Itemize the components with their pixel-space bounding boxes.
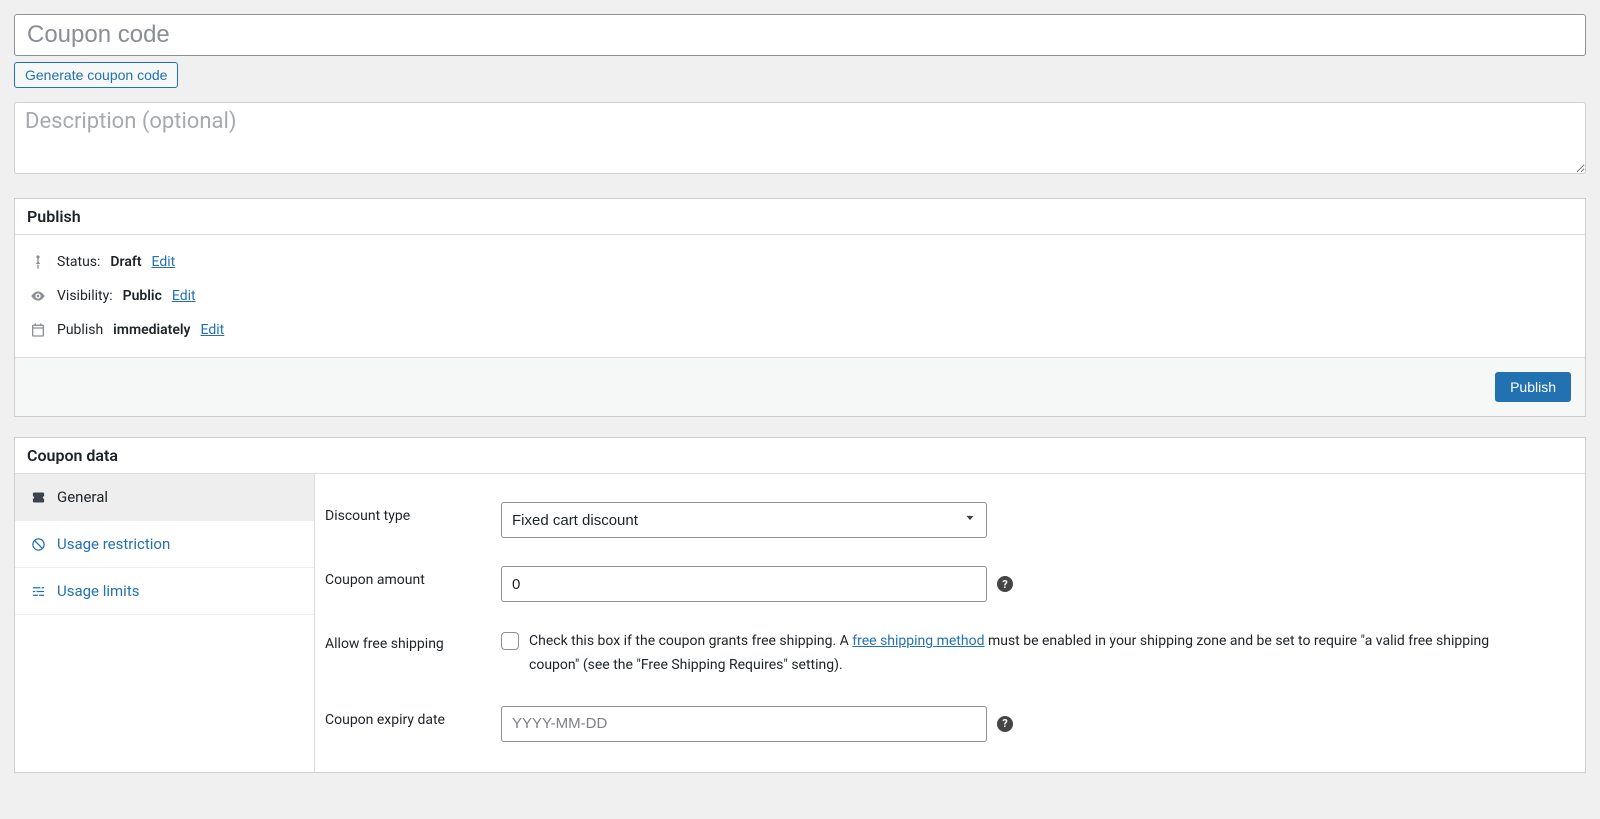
publish-date-value: immediately <box>113 322 190 338</box>
tab-usage-limits[interactable]: Usage limits <box>15 568 314 615</box>
allow-free-shipping-checkbox[interactable] <box>501 632 519 650</box>
publish-button[interactable]: Publish <box>1495 372 1571 402</box>
coupon-amount-input[interactable] <box>501 566 987 602</box>
discount-type-label: Discount type <box>325 502 501 524</box>
coupon-amount-label: Coupon amount <box>325 566 501 588</box>
publish-box: Publish Status: Draft Edit <box>14 198 1586 417</box>
pin-icon <box>29 254 47 270</box>
help-icon[interactable]: ? <box>997 716 1013 732</box>
visibility-label: Visibility: <box>57 288 113 304</box>
coupon-data-box: Coupon data General <box>14 437 1586 773</box>
publish-box-title: Publish <box>27 207 1553 226</box>
allow-free-shipping-description: Check this box if the coupon grants free… <box>529 630 1509 678</box>
coupon-code-input[interactable] <box>14 14 1586 56</box>
coupon-description-textarea[interactable] <box>14 102 1586 174</box>
ticket-icon <box>29 490 47 505</box>
visibility-value: Public <box>123 288 162 304</box>
discount-type-select[interactable]: Fixed cart discount <box>501 502 987 538</box>
publish-date-label: Publish <box>57 322 103 338</box>
help-icon[interactable]: ? <box>997 576 1013 592</box>
coupon-expiry-input[interactable] <box>501 706 987 742</box>
status-value: Draft <box>110 254 141 270</box>
publish-date-edit-link[interactable]: Edit <box>201 322 225 338</box>
tab-general[interactable]: General <box>15 474 314 521</box>
free-shipping-method-link[interactable]: free shipping method <box>852 633 984 649</box>
coupon-tabs-sidebar: General Usage restriction Usage limits <box>15 474 315 772</box>
status-edit-link[interactable]: Edit <box>152 254 176 270</box>
tab-general-label: General <box>57 488 108 506</box>
coupon-data-title: Coupon data <box>27 446 1553 465</box>
coupon-expiry-label: Coupon expiry date <box>325 706 501 728</box>
no-entry-icon <box>29 537 47 552</box>
sliders-icon <box>29 584 47 599</box>
allow-free-shipping-label: Allow free shipping <box>325 630 501 652</box>
tab-usage-restriction-label: Usage restriction <box>57 535 170 553</box>
generate-coupon-code-button[interactable]: Generate coupon code <box>14 62 178 88</box>
visibility-edit-link[interactable]: Edit <box>172 288 196 304</box>
visibility-icon <box>29 288 47 304</box>
tab-usage-limits-label: Usage limits <box>57 582 139 600</box>
calendar-icon <box>29 322 47 338</box>
tab-usage-restriction[interactable]: Usage restriction <box>15 521 314 568</box>
status-label: Status: <box>57 254 100 270</box>
